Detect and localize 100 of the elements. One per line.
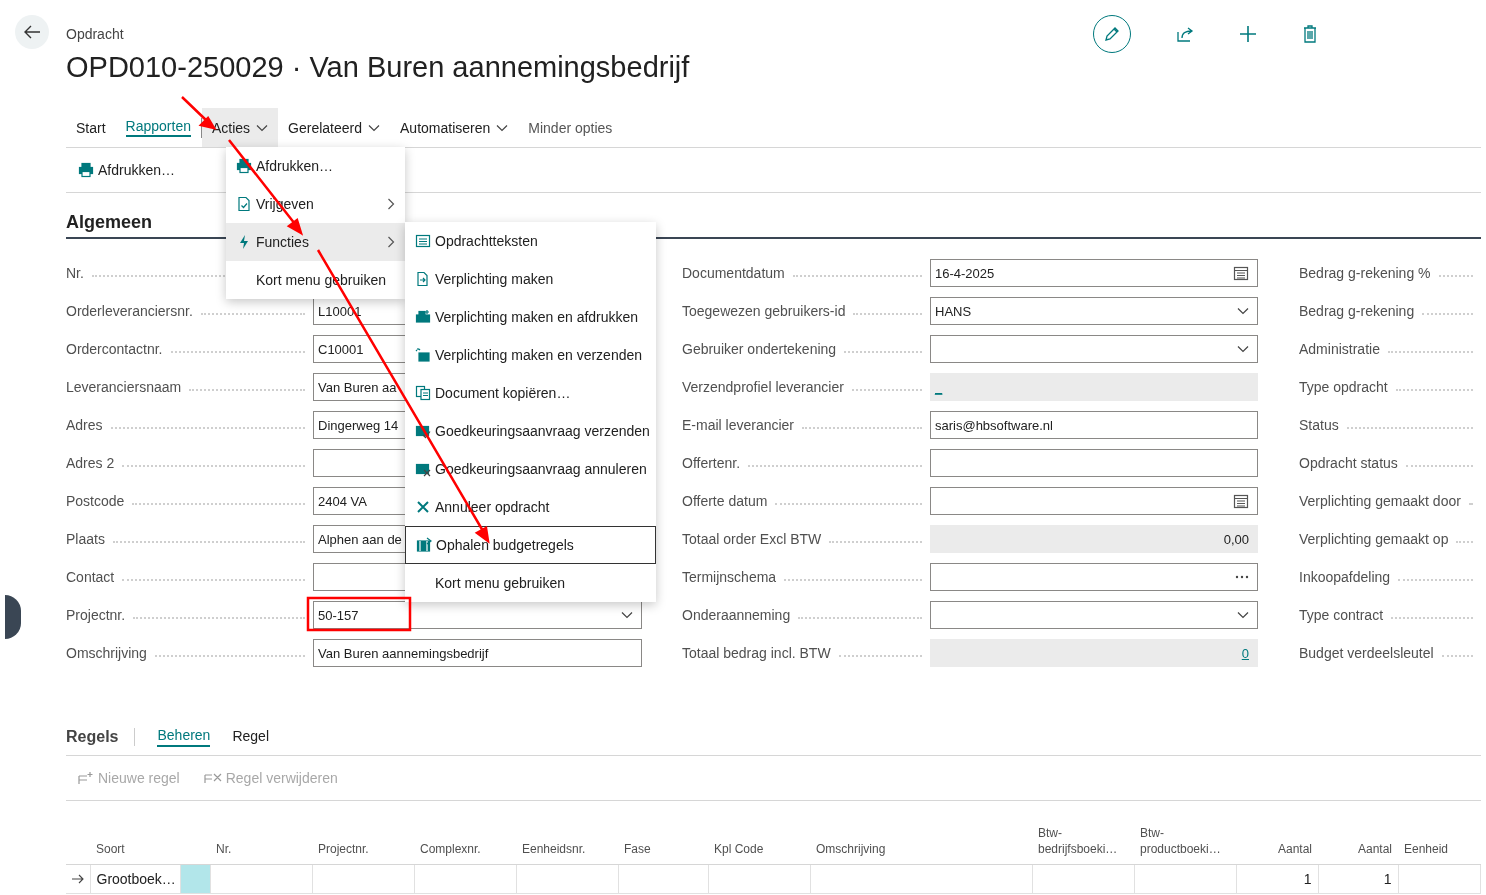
- column-header: Eenheidsnr.: [516, 801, 618, 865]
- action-tab[interactable]: Acties: [201, 108, 279, 147]
- field-label: Projectnr.: [66, 607, 126, 623]
- more-icon: [1235, 575, 1249, 579]
- delete-line-icon: [203, 771, 222, 785]
- field-label: Toegewezen gebruikers-id: [682, 303, 846, 319]
- field-label: Adres: [66, 417, 103, 433]
- input-field[interactable]: saris@hbsoftware.nl: [930, 411, 1258, 439]
- field-label: Bedrag g-rekening: [1299, 303, 1415, 319]
- field-label: Orderleveranciersnr.: [66, 303, 193, 319]
- field-label: Offertenr.: [682, 455, 741, 471]
- envelope-x-icon: [415, 461, 431, 477]
- chevron-down-icon: [1237, 307, 1249, 315]
- pencil-icon: [1103, 25, 1121, 43]
- side-panel-handle[interactable]: [5, 595, 21, 639]
- readonly-field: 0,00: [930, 525, 1258, 553]
- field-label: Totaal bedrag incl. BTW: [682, 645, 831, 661]
- column-header: Soort: [90, 801, 180, 865]
- action-tab[interactable]: Automatiseren: [390, 108, 519, 147]
- chevron-down-icon: [256, 123, 269, 132]
- menu-item[interactable]: Functies: [226, 223, 405, 261]
- field-label: Verplichting gemaakt op: [1299, 531, 1449, 547]
- action-tab[interactable]: Start: [66, 108, 116, 147]
- new-line-icon: [78, 771, 94, 785]
- field-label: Totaal order Excl BTW: [682, 531, 822, 547]
- section-title: Regels: [66, 727, 136, 746]
- dropdown-field[interactable]: HANS: [930, 297, 1258, 325]
- field-label: Plaats: [66, 531, 105, 547]
- calendar-icon: [1233, 493, 1249, 509]
- dropdown-field[interactable]: [930, 601, 1258, 629]
- column-header: Nr.: [210, 801, 312, 865]
- menu-item[interactable]: Kort menu gebruiken: [405, 564, 656, 602]
- readonly-field: _: [930, 373, 1258, 401]
- field-label: Status: [1299, 417, 1339, 433]
- field-label: Type opdracht: [1299, 379, 1388, 395]
- table-cell: Grootboek…: [90, 864, 180, 894]
- share-icon: [1177, 26, 1195, 42]
- column-header: Aantal: [1236, 801, 1318, 865]
- chevron-right-icon: [387, 198, 395, 210]
- field-label: Administratie: [1299, 341, 1380, 357]
- chevron-down-icon: [496, 123, 509, 132]
- field-label: Budget verdeelsleutel: [1299, 645, 1434, 661]
- field-label: Verplichting gemaakt door: [1299, 493, 1461, 509]
- field-label: Nr.: [66, 265, 84, 281]
- table-cell: 1: [1303, 871, 1312, 887]
- column-header: Eenheid: [1398, 801, 1480, 865]
- field-label: Onderaanneming: [682, 607, 791, 623]
- field-label: Leveranciersnaam: [66, 379, 182, 395]
- field-label: Contact: [66, 569, 115, 585]
- chevron-down-icon: [1237, 611, 1249, 619]
- field-label: Bedrag g-rekening %: [1299, 265, 1431, 281]
- column-header: Btw-productboeki…: [1134, 801, 1236, 865]
- column-header: Kpl Code: [708, 801, 810, 865]
- document-arrow-icon: [415, 271, 431, 287]
- plus-icon: [1239, 25, 1257, 43]
- menu-item[interactable]: Document kopiëren…: [405, 374, 656, 412]
- current-row-arrow-icon: [72, 874, 84, 884]
- field-label: Verzendprofiel leverancier: [682, 379, 844, 395]
- print-button[interactable]: Afdrukken…: [66, 162, 188, 178]
- field-label: Offerte datum: [682, 493, 768, 509]
- chevron-right-icon: [387, 236, 395, 248]
- date-field[interactable]: 16-4-2025: [930, 259, 1258, 287]
- back-button[interactable]: [15, 15, 49, 49]
- column-header: Omschrijving: [810, 801, 1032, 865]
- date-field[interactable]: [930, 487, 1258, 515]
- field-label: Postcode: [66, 493, 125, 509]
- menu-item[interactable]: Verplichting maken: [405, 260, 656, 298]
- column-header: Projectnr.: [312, 801, 414, 865]
- field-label: Documentdatum: [682, 265, 785, 281]
- field-label: E-mail leverancier: [682, 417, 795, 433]
- field-label: Termijnschema: [682, 569, 777, 585]
- input-field[interactable]: [930, 449, 1258, 477]
- dropdown-field[interactable]: 50-157: [313, 601, 642, 629]
- field-label: Opdracht status: [1299, 455, 1398, 471]
- column-header: Aantal: [1318, 801, 1398, 865]
- printer-icon: [78, 162, 94, 178]
- dropdown-field[interactable]: [930, 335, 1258, 363]
- column-header: Complexnr.: [414, 801, 516, 865]
- chevron-down-icon: [621, 611, 633, 619]
- lookup-field[interactable]: [930, 563, 1258, 591]
- copy-icon: [415, 385, 431, 401]
- menu-item[interactable]: Verplichting maken en afdrukken: [405, 298, 656, 336]
- field-label: Ordercontactnr.: [66, 341, 163, 357]
- lines-tab[interactable]: Beheren: [157, 726, 211, 747]
- lines-tab[interactable]: Regel: [232, 727, 269, 746]
- trash-icon: [1303, 25, 1317, 43]
- action-tab[interactable]: Minder opties: [518, 108, 623, 147]
- column-header: Fase: [618, 801, 708, 865]
- column-header: Btw-bedrijfsboeki…: [1032, 801, 1134, 865]
- close-icon: [415, 499, 431, 515]
- action-tab[interactable]: Gerelateerd: [278, 108, 391, 147]
- back-arrow-icon: [23, 24, 41, 40]
- menu-item[interactable]: Ophalen budgetregels: [405, 526, 656, 564]
- field-label: Type contract: [1299, 607, 1384, 623]
- calendar-icon: [1233, 265, 1249, 281]
- menu-item[interactable]: Verplichting maken en verzenden: [405, 336, 656, 374]
- list-icon: [415, 233, 431, 249]
- input-field[interactable]: Van Buren aannemingsbedrijf: [313, 639, 642, 667]
- film-import-icon: [416, 537, 432, 553]
- chevron-down-icon: [368, 123, 381, 132]
